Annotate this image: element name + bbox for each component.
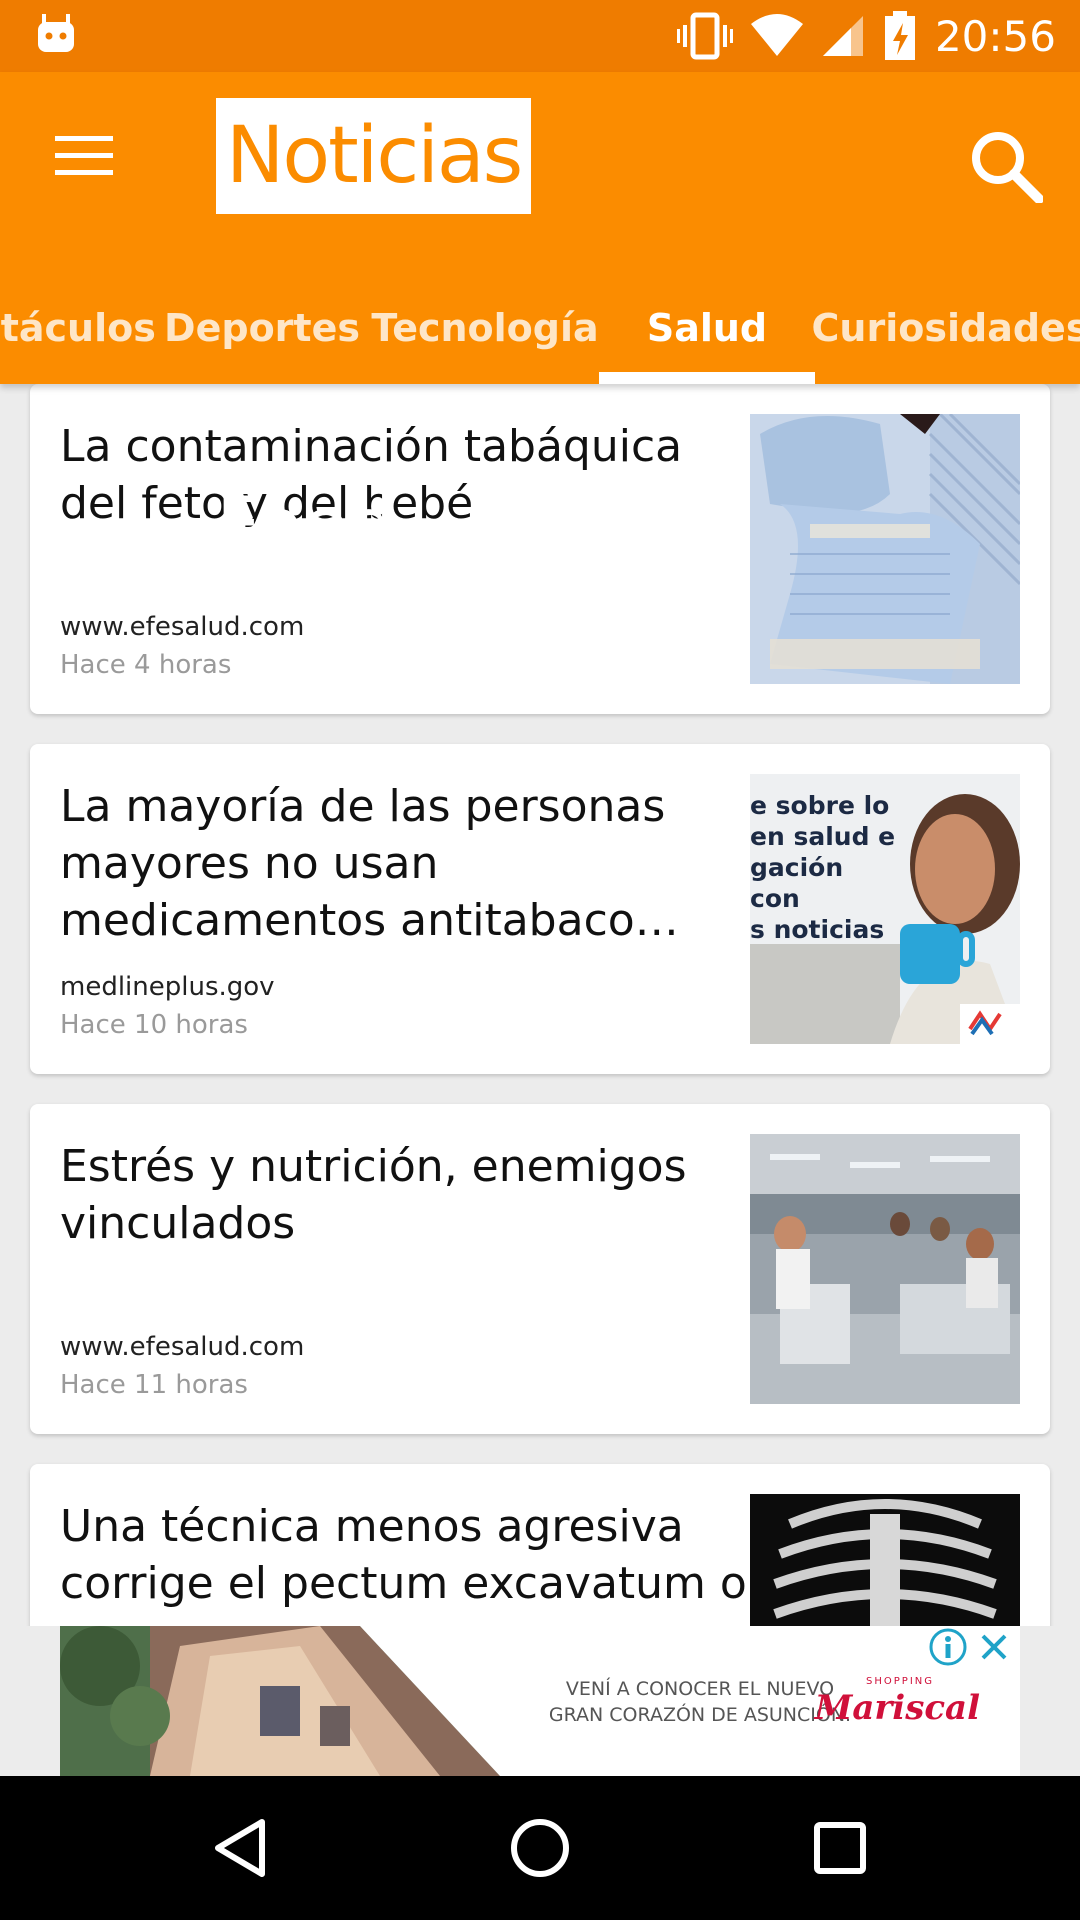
home-circle-icon [511,1819,569,1877]
recents-button[interactable] [790,1798,890,1898]
cell-signal-icon [822,16,863,56]
recents-square-icon [814,1822,866,1874]
tab-deportes[interactable]: Deportes [164,272,360,384]
article-time: Hace 4 horas [60,650,232,680]
app-logo: Feed Noticias [216,98,532,572]
battery-charging-icon [884,11,915,60]
search-icon [972,132,1043,203]
search-button[interactable] [956,116,1056,216]
active-tab-indicator [599,372,815,384]
logo-feed-text: Feed [216,482,396,572]
vibrate-icon [676,12,733,60]
back-triangle-icon [215,1819,265,1877]
wifi-icon [750,14,803,56]
logo-noticias-text: Noticias [226,111,523,201]
logo-noticias-box: Noticias [216,98,532,214]
tab-espectaculos[interactable]: ctáculos [0,272,156,384]
android-notification-icon [38,14,74,52]
back-button[interactable] [190,1798,290,1898]
status-bar: 20:56 [0,0,1080,72]
app-bar: Feed Noticias ctáculos Deportes Tecnolog… [0,72,1080,572]
hamburger-menu-icon [55,136,113,175]
menu-button[interactable] [44,116,124,196]
tab-curiosidades[interactable]: Curiosidades [812,272,1080,384]
home-button[interactable] [490,1798,590,1898]
tab-salud[interactable]: Salud [599,272,815,384]
tab-tecnologia[interactable]: Tecnología [371,272,598,384]
status-time: 20:56 [934,11,1056,61]
system-nav-bar [0,1776,1080,1920]
category-tabs: ctáculos Deportes Tecnología Salud Curio… [0,272,1080,384]
